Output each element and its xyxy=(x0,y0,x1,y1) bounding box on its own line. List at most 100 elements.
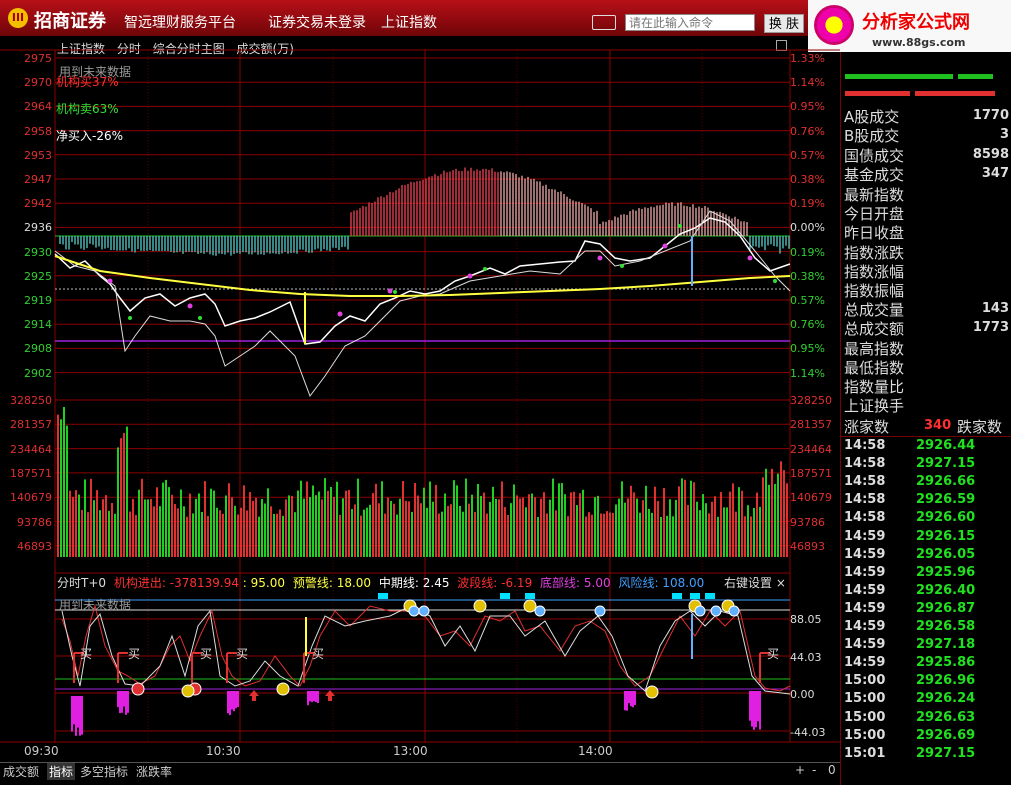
tick-price: 2926.96 xyxy=(916,673,976,689)
risk-top-mark xyxy=(525,593,535,599)
rise-count-value: 340 xyxy=(924,418,952,433)
tick-price: 2926.69 xyxy=(916,727,976,743)
risk-top-mark xyxy=(672,593,682,599)
field-label: 最新指数 xyxy=(844,186,905,204)
volume-tick: 93786 xyxy=(17,515,52,529)
buy-signal-label: 买 xyxy=(767,647,780,661)
tick-price: 2927.15 xyxy=(916,456,976,472)
indicator-mode[interactable]: 分时T+0 xyxy=(57,576,106,590)
sell-ball-icon xyxy=(594,605,606,617)
net-buy-label: 净买入-26% xyxy=(56,129,124,143)
risk-top-mark xyxy=(378,593,388,599)
indicator-tick: 0.00 xyxy=(790,688,815,701)
volume-tick-right: 187571 xyxy=(790,466,832,480)
stat-label: 国债成交 xyxy=(844,146,905,165)
field-label: 总成交额 xyxy=(844,320,905,339)
bar-green-2 xyxy=(866,74,953,79)
tick-time: 15:00 xyxy=(844,691,886,707)
pct-tick: 0.00% xyxy=(790,221,825,235)
green-marker xyxy=(773,279,777,283)
volume-tick: 281357 xyxy=(10,418,52,432)
tick-price: 2926.59 xyxy=(916,492,976,508)
reset-button[interactable]: 0 xyxy=(828,763,836,777)
inst-buy-label: 机构买37% xyxy=(56,75,119,89)
green-marker xyxy=(393,290,397,294)
price-tick: 2942 xyxy=(24,197,52,211)
indicator-inst-value: -378139.94 xyxy=(169,576,239,590)
indicator-risk: 风险线: 108.00 xyxy=(618,576,705,590)
field-label: 最低指数 xyxy=(844,358,905,377)
tick-time: 14:59 xyxy=(844,528,886,544)
pct-tick: 1.14% xyxy=(790,366,825,380)
indicator-bottom: 底部线: 5.00 xyxy=(540,576,611,590)
stat-label: 基金成交 xyxy=(844,165,905,184)
buy-signal-label: 买 xyxy=(80,647,93,661)
volume-tick-right: 46893 xyxy=(790,539,825,553)
chip-marker xyxy=(337,311,343,317)
fall-count-label: 跌家数 xyxy=(957,418,1003,436)
risk-top-mark xyxy=(500,593,510,599)
pct-tick: 1.33% xyxy=(790,52,825,65)
tick-price: 2925.86 xyxy=(916,655,976,671)
right-click-settings[interactable]: 右键设置 × xyxy=(724,574,786,591)
brand-name: 招商证券 xyxy=(34,11,106,32)
up-arrow-icon xyxy=(249,690,259,701)
buy-signal-label: 买 xyxy=(312,647,325,661)
command-input[interactable]: 请在此输入命令 xyxy=(625,14,755,31)
tab-indicator[interactable]: 指标 xyxy=(47,763,76,780)
tick-time: 15:00 xyxy=(844,709,886,725)
sell-ball-icon xyxy=(534,605,546,617)
tick-price: 2925.96 xyxy=(916,564,976,580)
tab-rise-fall[interactable]: 涨跌率 xyxy=(136,763,172,780)
price-tick: 2970 xyxy=(24,76,52,90)
field-label: 指数涨跌 xyxy=(844,243,905,262)
volume-tick: 46893 xyxy=(17,539,52,553)
stat-value: 3 xyxy=(999,127,1009,143)
risk-top-mark xyxy=(690,593,700,599)
switch-skin-button[interactable]: 换 肤 xyxy=(764,14,804,33)
trade-login-status[interactable]: 证券交易未登录 xyxy=(268,12,366,32)
volume-tick: 328250 xyxy=(10,394,52,407)
sell-ball-icon xyxy=(728,605,740,617)
price-tick: 2930 xyxy=(24,245,52,259)
close-icon[interactable]: × xyxy=(776,576,786,590)
indicator-tick: 44.03 xyxy=(790,651,822,664)
price-tick: 2925 xyxy=(24,269,52,283)
field-label: 指数涨幅 xyxy=(844,262,905,281)
tick-time: 14:58 xyxy=(844,474,886,490)
slogan: 智远理财服务平台 xyxy=(124,15,236,31)
tick-time: 14:58 xyxy=(844,438,886,453)
buy-signal-label: 买 xyxy=(200,647,213,661)
pct-tick: 1.14% xyxy=(790,76,825,90)
price-tick: 2958 xyxy=(24,124,52,138)
chip-marker xyxy=(662,243,668,249)
indicator-warn: 预警线: 18.00 xyxy=(292,576,372,590)
tab-longshort[interactable]: 多空指标 xyxy=(80,763,128,780)
right-settings-label[interactable]: 右键设置 xyxy=(724,576,772,590)
pct-tick: 0.19% xyxy=(790,197,825,211)
index-link[interactable]: 上证指数 xyxy=(381,12,437,32)
keyboard-icon[interactable] xyxy=(592,15,616,30)
green-marker xyxy=(620,264,624,268)
chip-marker xyxy=(187,303,193,309)
price-tick: 2902 xyxy=(24,366,52,380)
tick-time: 14:58 xyxy=(844,456,886,472)
tick-price: 2926.05 xyxy=(916,546,976,562)
tab-volume[interactable]: 成交额 xyxy=(3,763,39,780)
ad-title: 分析家公式网 xyxy=(862,12,970,33)
zoom-out-button[interactable]: - xyxy=(812,763,816,777)
tick-price: 2926.58 xyxy=(916,619,976,634)
field-label: 今日开盘 xyxy=(844,205,905,224)
pct-tick: 0.38% xyxy=(790,269,825,283)
price-tick: 2975 xyxy=(24,52,52,65)
signal-ball-icon xyxy=(473,599,487,613)
tick-time: 15:00 xyxy=(844,673,886,689)
sell-ball-icon xyxy=(694,605,706,617)
time-label: 10:30 xyxy=(206,744,241,758)
green-marker xyxy=(198,316,202,320)
time-label: 13:00 xyxy=(393,744,428,758)
intraday-chart[interactable] xyxy=(0,36,840,761)
zoom-in-button[interactable]: + xyxy=(795,763,805,777)
pct-tick: 0.57% xyxy=(790,294,825,307)
inst-sell-label: 机构卖63% xyxy=(56,102,119,116)
